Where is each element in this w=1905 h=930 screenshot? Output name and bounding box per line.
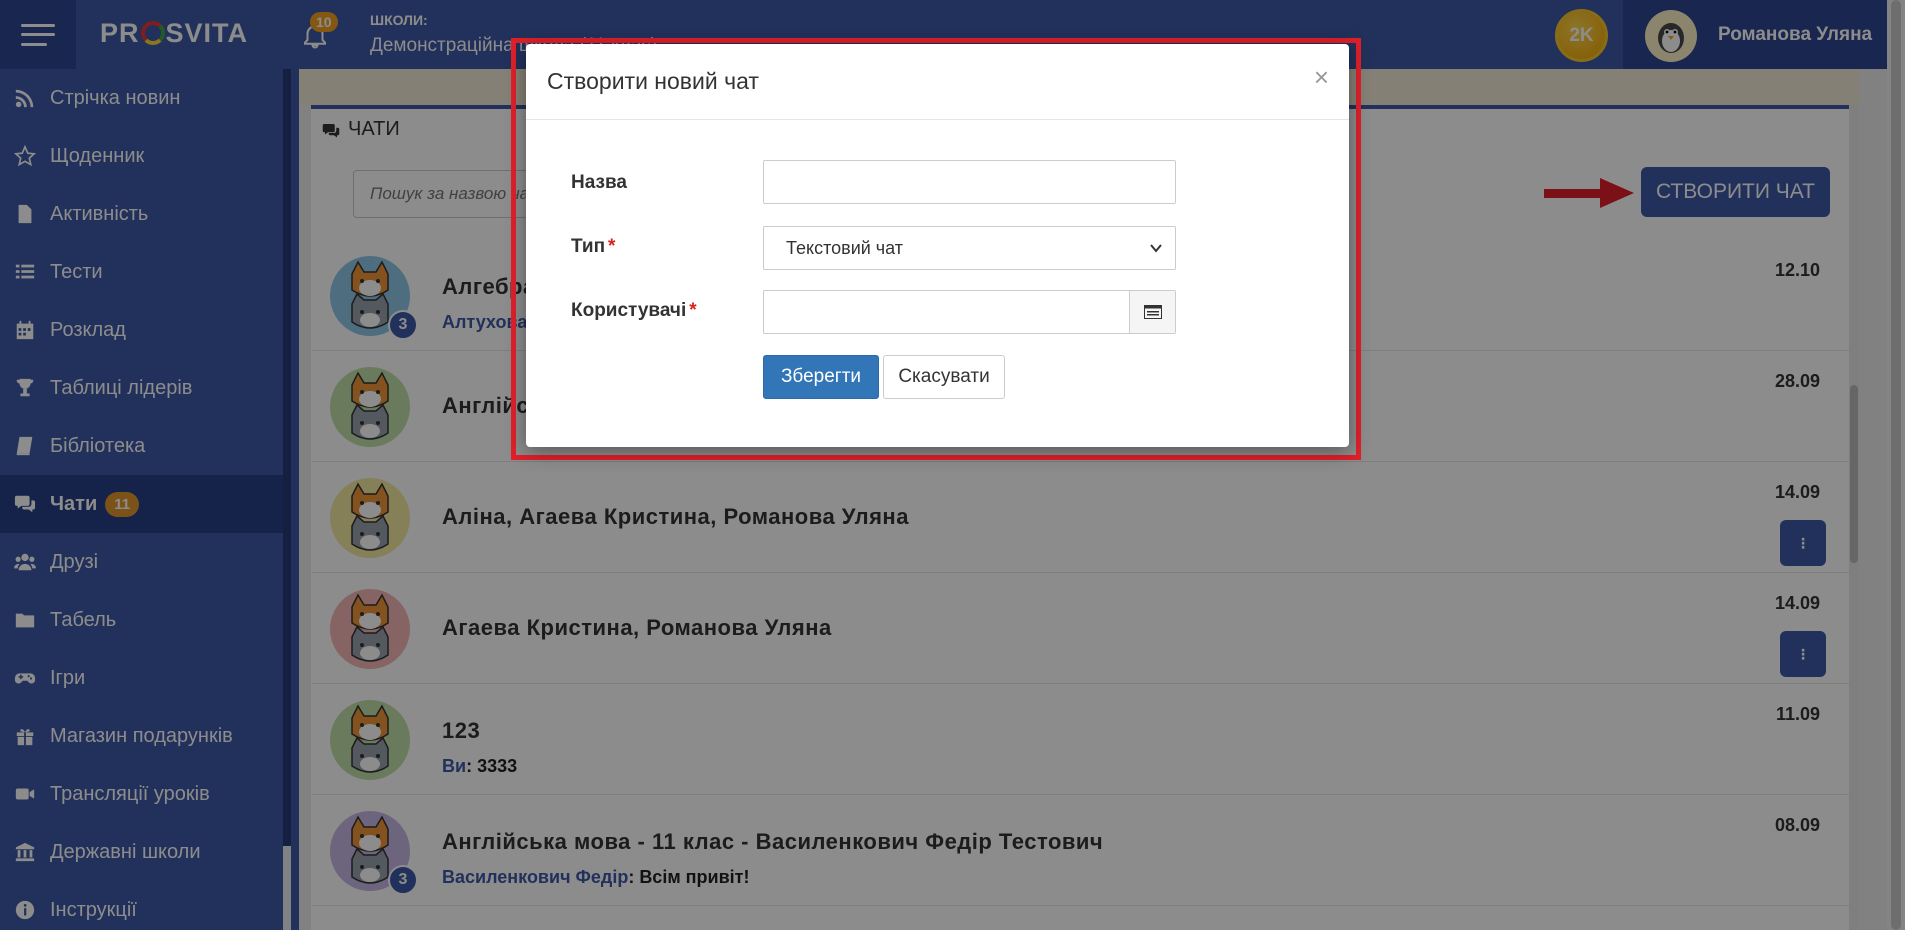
type-label-text: Тип — [571, 236, 606, 257]
name-input[interactable] — [763, 160, 1176, 204]
users-label: Користувачі * — [571, 300, 697, 322]
modal-title: Створити новий чат — [547, 68, 759, 94]
close-icon[interactable]: × — [1314, 62, 1329, 93]
users-label-text: Користувачі — [571, 300, 687, 321]
required-mark: * — [608, 236, 616, 257]
modal-header: Створити новий чат × — [526, 44, 1349, 120]
users-field[interactable] — [763, 290, 1176, 334]
type-label: Тип * — [571, 236, 615, 258]
type-select-value: Текстовий чат — [786, 238, 904, 258]
name-label: Назва — [571, 172, 627, 193]
save-button[interactable]: Зберегти — [763, 355, 879, 399]
create-chat-modal: Створити новий чат × Назва Тип * Текстови… — [526, 44, 1349, 447]
list-picker-icon — [1143, 305, 1162, 319]
required-mark: * — [689, 300, 697, 321]
cancel-button[interactable]: Скасувати — [883, 355, 1005, 399]
type-select[interactable]: Текстовий чат — [763, 226, 1176, 270]
chevron-down-icon — [1150, 244, 1162, 253]
users-picker-button[interactable] — [1129, 291, 1175, 333]
